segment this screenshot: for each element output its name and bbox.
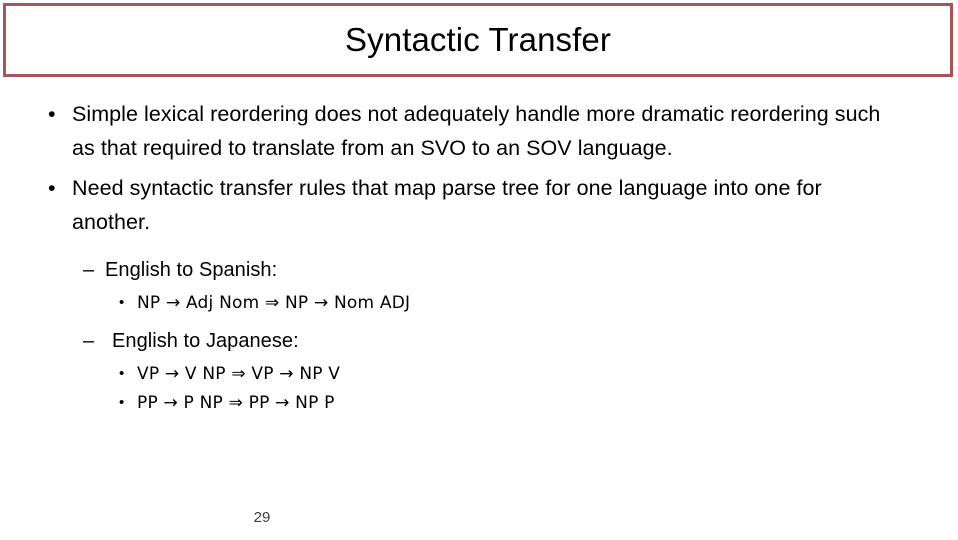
slide-canvas: Syntactic Transfer • Simple lexical reor… [0,0,958,540]
transfer-rule-text: NP → Adj Nom ⇒ NP → Nom ADJ [137,293,411,313]
bullet-marker: • [119,294,125,311]
bullet-marker: • [48,102,56,126]
transfer-rule-text: PP → P NP ⇒ PP → NP P [137,393,335,413]
bullet-level2-item-english-to-japanese: – English to Japanese: [0,326,958,356]
bullet-text: Need syntactic transfer rules that map p… [72,176,822,234]
bullet-level2-item-english-to-spanish: – English to Spanish: [0,255,958,285]
bullet-level1-item: • Simple lexical reordering does not ade… [0,98,958,165]
bullet-text: English to Japanese: [112,330,299,352]
slide-number-value: 29 [253,509,271,526]
bullet-marker: • [48,176,56,200]
content-placeholder: • Simple lexical reordering does not ade… [0,98,958,417]
bullet-marker: • [119,365,125,382]
page-title: Syntactic Transfer [345,20,611,58]
bullet-level1-item: • Need syntactic transfer rules that map… [0,172,958,239]
transfer-rule-item: • VP → V NP ⇒ VP → NP V [0,360,958,388]
bullet-text: English to Spanish: [105,259,278,281]
bullet-marker: • [119,394,125,411]
title-placeholder: Syntactic Transfer [3,3,953,77]
dash-marker: – [83,259,95,281]
bullet-text: Simple lexical reordering does not adequ… [72,102,881,160]
transfer-rule-item: • NP → Adj Nom ⇒ NP → Nom ADJ [0,289,958,317]
transfer-rule-item: • PP → P NP ⇒ PP → NP P [0,389,958,417]
transfer-rule-text: VP → V NP ⇒ VP → NP V [137,364,341,384]
slide-number: 29 [0,508,958,527]
dash-marker: – [83,330,95,352]
